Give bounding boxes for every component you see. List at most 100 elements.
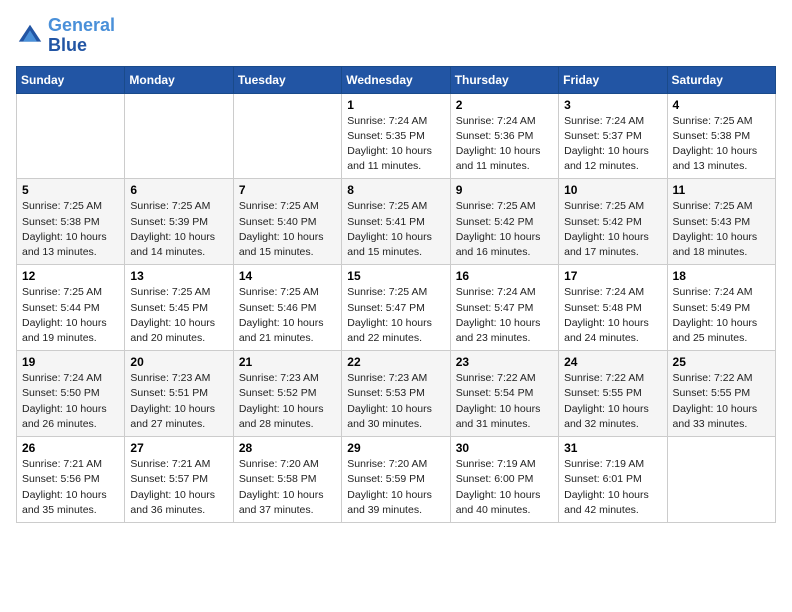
day-info: Sunrise: 7:24 AMSunset: 5:48 PMDaylight:… xyxy=(564,285,661,346)
day-info: Sunrise: 7:25 AMSunset: 5:38 PMDaylight:… xyxy=(22,199,119,260)
calendar-cell: 10Sunrise: 7:25 AMSunset: 5:42 PMDayligh… xyxy=(559,179,667,265)
day-number: 18 xyxy=(673,269,770,283)
weekday-header-monday: Monday xyxy=(125,66,233,93)
calendar-cell: 27 Sunrise: 7:21 AMSunset: 5:57 PMDayligh… xyxy=(125,437,233,523)
calendar-cell xyxy=(667,437,775,523)
calendar-cell xyxy=(233,93,341,179)
day-number: 4 xyxy=(673,98,770,112)
calendar-table: SundayMondayTuesdayWednesdayThursdayFrid… xyxy=(16,66,776,523)
day-info: Sunrise: 7:21 AMSunset: 5:57 PMDaylight:… xyxy=(130,457,227,518)
day-info: Sunrise: 7:25 AMSunset: 5:47 PMDaylight:… xyxy=(347,285,444,346)
day-info: Sunrise: 7:20 AMSunset: 5:59 PMDaylight:… xyxy=(347,457,444,518)
day-number: 12 xyxy=(22,269,119,283)
calendar-cell: 8 Sunrise: 7:25 AMSunset: 5:41 PMDaylight… xyxy=(342,179,450,265)
day-number: 14 xyxy=(239,269,336,283)
day-number: 23 xyxy=(456,355,553,369)
day-info: Sunrise: 7:24 AMSunset: 5:36 PMDaylight:… xyxy=(456,114,553,175)
calendar-cell: 11Sunrise: 7:25 AMSunset: 5:43 PMDayligh… xyxy=(667,179,775,265)
calendar-cell: 7 Sunrise: 7:25 AMSunset: 5:40 PMDaylight… xyxy=(233,179,341,265)
weekday-header-sunday: Sunday xyxy=(17,66,125,93)
day-info: Sunrise: 7:19 AMSunset: 6:00 PMDaylight:… xyxy=(456,457,553,518)
calendar-cell: 2 Sunrise: 7:24 AMSunset: 5:36 PMDaylight… xyxy=(450,93,558,179)
weekday-header-tuesday: Tuesday xyxy=(233,66,341,93)
day-number: 31 xyxy=(564,441,661,455)
calendar-cell: 29 Sunrise: 7:20 AMSunset: 5:59 PMDayligh… xyxy=(342,437,450,523)
day-number: 17 xyxy=(564,269,661,283)
day-number: 29 xyxy=(347,441,444,455)
day-info: Sunrise: 7:24 AMSunset: 5:50 PMDaylight:… xyxy=(22,371,119,432)
logo-icon xyxy=(16,22,44,50)
logo-text: GeneralBlue xyxy=(48,16,115,56)
day-number: 8 xyxy=(347,183,444,197)
calendar-cell: 14 Sunrise: 7:25 AMSunset: 5:46 PMDayligh… xyxy=(233,265,341,351)
weekday-header-row: SundayMondayTuesdayWednesdayThursdayFrid… xyxy=(17,66,776,93)
weekday-header-thursday: Thursday xyxy=(450,66,558,93)
calendar-cell xyxy=(125,93,233,179)
day-number: 20 xyxy=(130,355,227,369)
day-number: 22 xyxy=(347,355,444,369)
day-info: Sunrise: 7:23 AMSunset: 5:53 PMDaylight:… xyxy=(347,371,444,432)
calendar-cell: 22 Sunrise: 7:23 AMSunset: 5:53 PMDayligh… xyxy=(342,351,450,437)
calendar-week-row: 1Sunrise: 7:24 AMSunset: 5:35 PMDaylight… xyxy=(17,93,776,179)
calendar-cell: 23 Sunrise: 7:22 AMSunset: 5:54 PMDayligh… xyxy=(450,351,558,437)
weekday-header-wednesday: Wednesday xyxy=(342,66,450,93)
day-info: Sunrise: 7:25 AMSunset: 5:44 PMDaylight:… xyxy=(22,285,119,346)
calendar-cell: 9 Sunrise: 7:25 AMSunset: 5:42 PMDaylight… xyxy=(450,179,558,265)
logo: GeneralBlue xyxy=(16,16,115,56)
day-info: Sunrise: 7:25 AMSunset: 5:42 PMDaylight:… xyxy=(456,199,553,260)
day-number: 13 xyxy=(130,269,227,283)
calendar-cell: 19 Sunrise: 7:24 AMSunset: 5:50 PMDayligh… xyxy=(17,351,125,437)
weekday-header-friday: Friday xyxy=(559,66,667,93)
day-number: 16 xyxy=(456,269,553,283)
day-info: Sunrise: 7:25 AMSunset: 5:43 PMDaylight:… xyxy=(673,199,770,260)
day-info: Sunrise: 7:22 AMSunset: 5:55 PMDaylight:… xyxy=(564,371,661,432)
day-number: 1 xyxy=(347,98,444,112)
calendar-cell: 13Sunrise: 7:25 AMSunset: 5:45 PMDayligh… xyxy=(125,265,233,351)
calendar-cell: 15Sunrise: 7:25 AMSunset: 5:47 PMDayligh… xyxy=(342,265,450,351)
day-info: Sunrise: 7:22 AMSunset: 5:54 PMDaylight:… xyxy=(456,371,553,432)
calendar-cell: 28 Sunrise: 7:20 AMSunset: 5:58 PMDayligh… xyxy=(233,437,341,523)
calendar-cell: 4Sunrise: 7:25 AMSunset: 5:38 PMDaylight… xyxy=(667,93,775,179)
day-number: 10 xyxy=(564,183,661,197)
day-info: Sunrise: 7:22 AMSunset: 5:55 PMDaylight:… xyxy=(673,371,770,432)
calendar-cell: 20Sunrise: 7:23 AMSunset: 5:51 PMDayligh… xyxy=(125,351,233,437)
calendar-cell: 25 Sunrise: 7:22 AMSunset: 5:55 PMDayligh… xyxy=(667,351,775,437)
day-info: Sunrise: 7:24 AMSunset: 5:37 PMDaylight:… xyxy=(564,114,661,175)
day-info: Sunrise: 7:24 AMSunset: 5:49 PMDaylight:… xyxy=(673,285,770,346)
calendar-cell: 6 Sunrise: 7:25 AMSunset: 5:39 PMDaylight… xyxy=(125,179,233,265)
calendar-week-row: 12 Sunrise: 7:25 AMSunset: 5:44 PMDayligh… xyxy=(17,265,776,351)
day-info: Sunrise: 7:25 AMSunset: 5:39 PMDaylight:… xyxy=(130,199,227,260)
calendar-cell: 26 Sunrise: 7:21 AMSunset: 5:56 PMDayligh… xyxy=(17,437,125,523)
day-number: 25 xyxy=(673,355,770,369)
calendar-cell: 24Sunrise: 7:22 AMSunset: 5:55 PMDayligh… xyxy=(559,351,667,437)
day-number: 19 xyxy=(22,355,119,369)
day-number: 9 xyxy=(456,183,553,197)
day-number: 2 xyxy=(456,98,553,112)
calendar-cell: 16 Sunrise: 7:24 AMSunset: 5:47 PMDayligh… xyxy=(450,265,558,351)
day-number: 28 xyxy=(239,441,336,455)
day-number: 7 xyxy=(239,183,336,197)
calendar-cell: 12 Sunrise: 7:25 AMSunset: 5:44 PMDayligh… xyxy=(17,265,125,351)
day-info: Sunrise: 7:20 AMSunset: 5:58 PMDaylight:… xyxy=(239,457,336,518)
page-header: GeneralBlue xyxy=(16,16,776,56)
calendar-week-row: 26 Sunrise: 7:21 AMSunset: 5:56 PMDayligh… xyxy=(17,437,776,523)
day-number: 3 xyxy=(564,98,661,112)
calendar-week-row: 5Sunrise: 7:25 AMSunset: 5:38 PMDaylight… xyxy=(17,179,776,265)
calendar-cell: 21Sunrise: 7:23 AMSunset: 5:52 PMDayligh… xyxy=(233,351,341,437)
day-info: Sunrise: 7:25 AMSunset: 5:46 PMDaylight:… xyxy=(239,285,336,346)
day-info: Sunrise: 7:25 AMSunset: 5:41 PMDaylight:… xyxy=(347,199,444,260)
day-number: 27 xyxy=(130,441,227,455)
calendar-cell: 17 Sunrise: 7:24 AMSunset: 5:48 PMDayligh… xyxy=(559,265,667,351)
day-info: Sunrise: 7:19 AMSunset: 6:01 PMDaylight:… xyxy=(564,457,661,518)
weekday-header-saturday: Saturday xyxy=(667,66,775,93)
calendar-cell: 1Sunrise: 7:24 AMSunset: 5:35 PMDaylight… xyxy=(342,93,450,179)
calendar-cell: 18 Sunrise: 7:24 AMSunset: 5:49 PMDayligh… xyxy=(667,265,775,351)
day-info: Sunrise: 7:25 AMSunset: 5:40 PMDaylight:… xyxy=(239,199,336,260)
day-info: Sunrise: 7:24 AMSunset: 5:47 PMDaylight:… xyxy=(456,285,553,346)
day-number: 26 xyxy=(22,441,119,455)
calendar-week-row: 19 Sunrise: 7:24 AMSunset: 5:50 PMDayligh… xyxy=(17,351,776,437)
calendar-cell: 31 Sunrise: 7:19 AMSunset: 6:01 PMDayligh… xyxy=(559,437,667,523)
day-info: Sunrise: 7:21 AMSunset: 5:56 PMDaylight:… xyxy=(22,457,119,518)
day-number: 30 xyxy=(456,441,553,455)
day-number: 6 xyxy=(130,183,227,197)
